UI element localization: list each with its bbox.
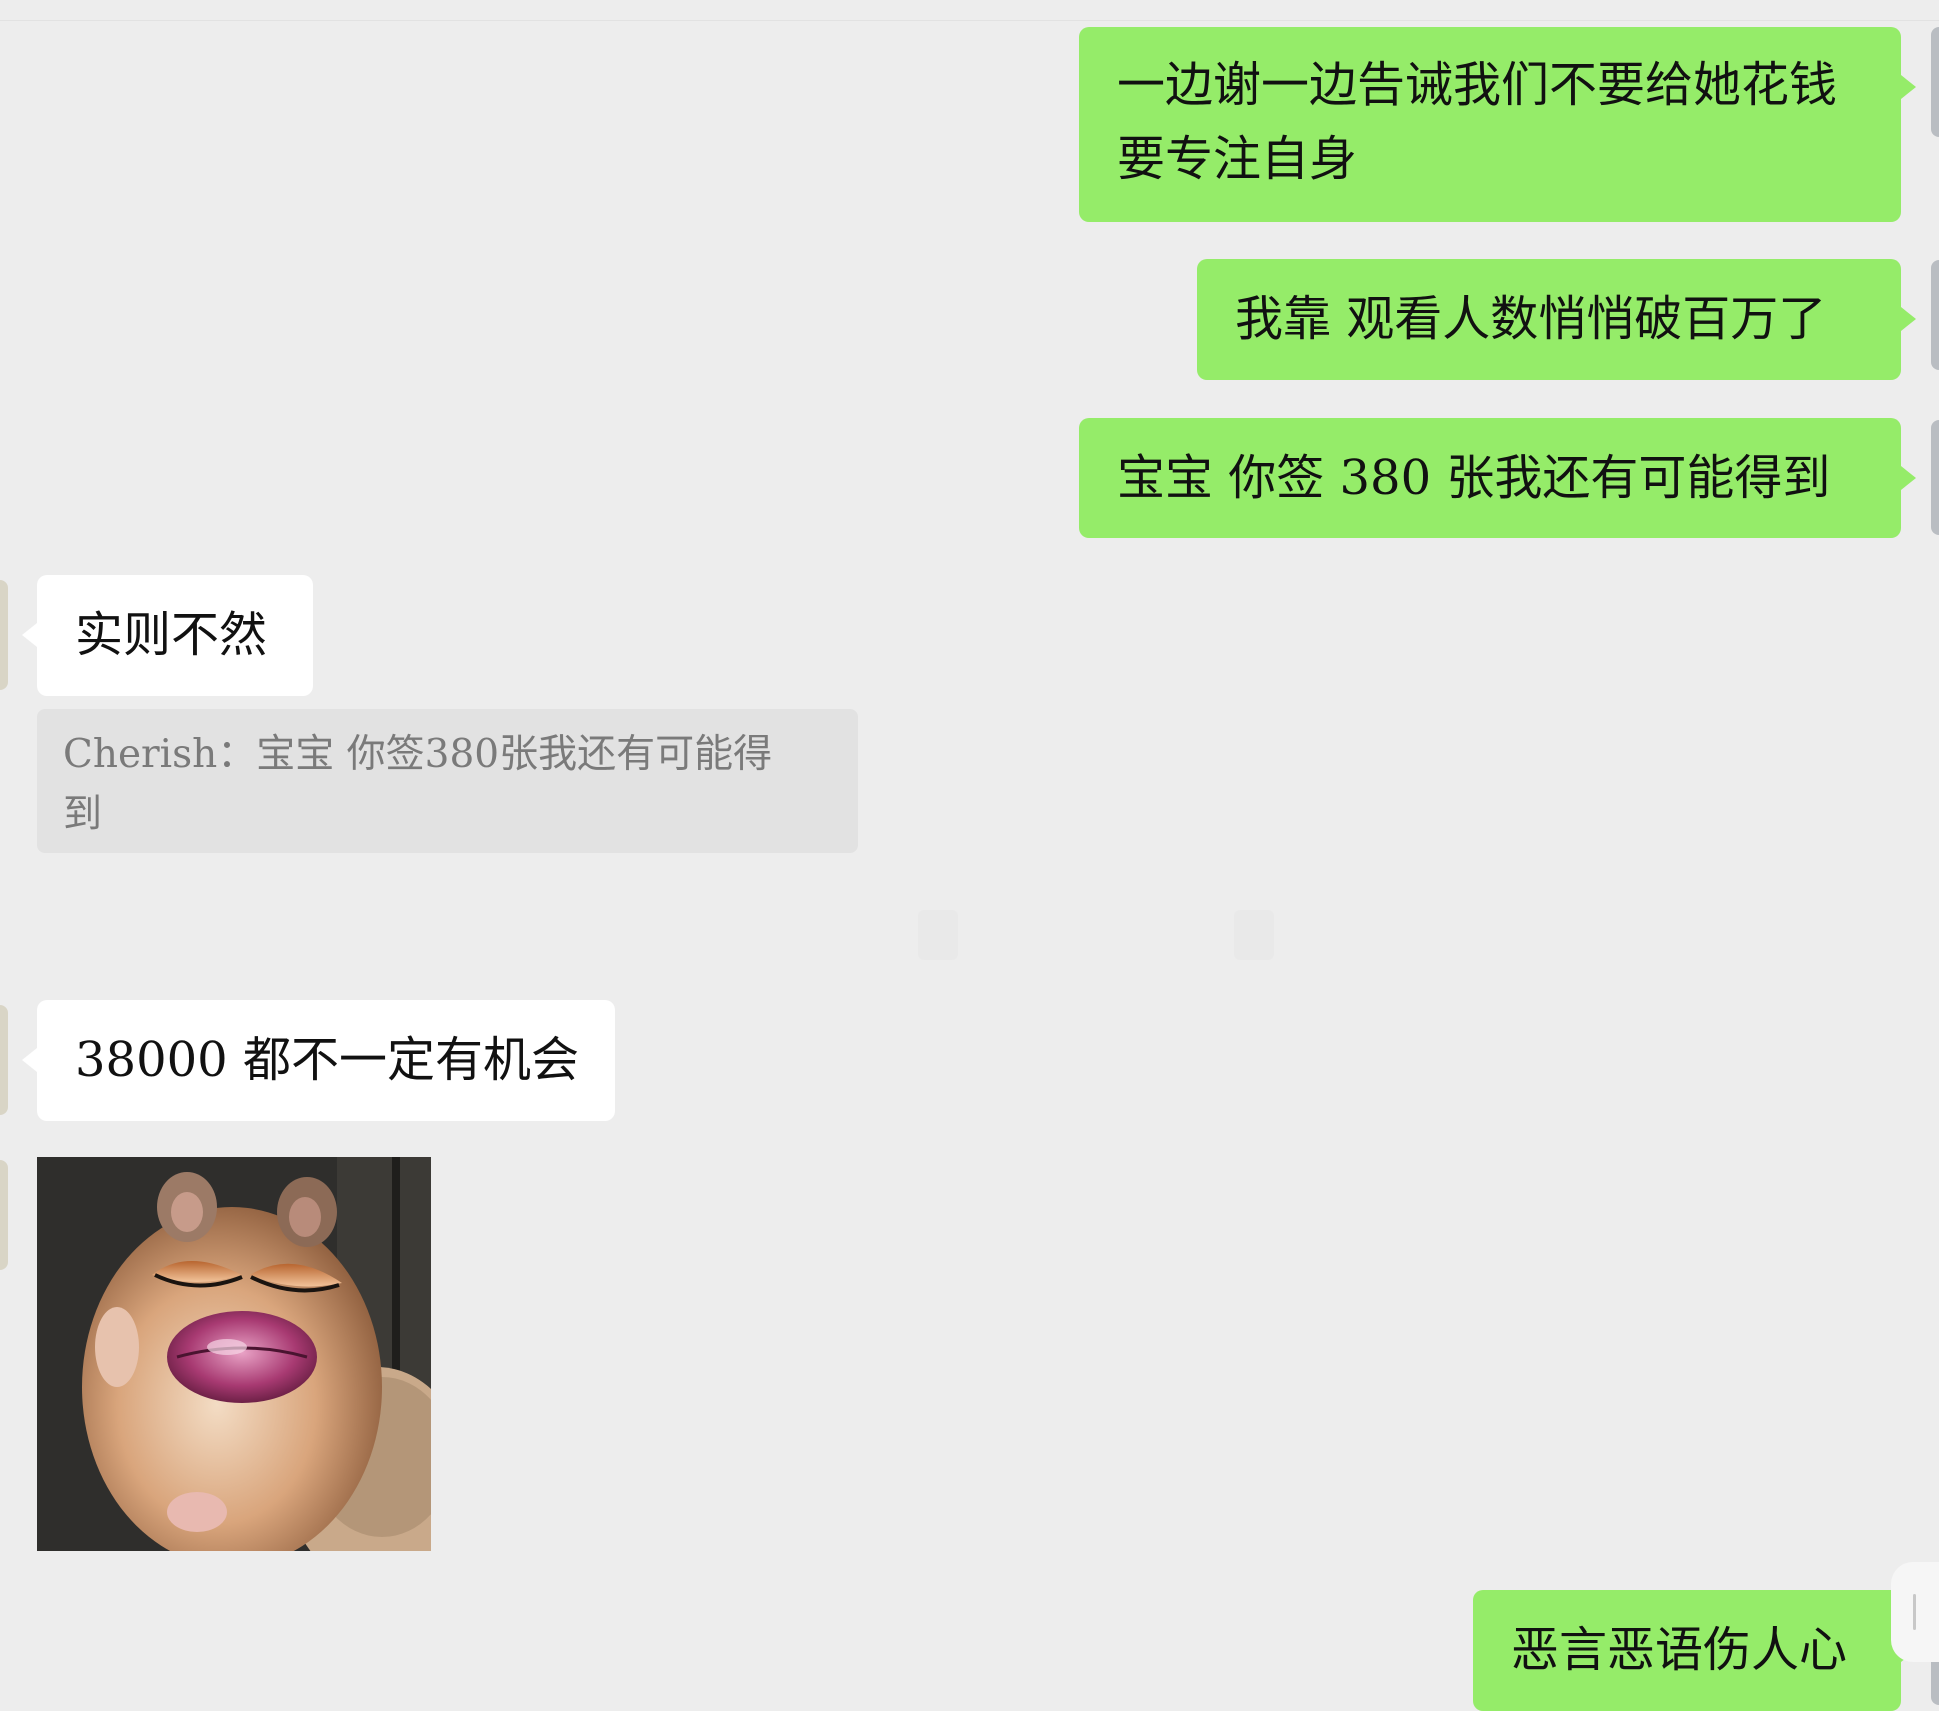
message-text-line: 一边谢一边告诫我们不要给她花钱 <box>1117 57 1838 113</box>
quote-text-line: Cherish：宝宝 你签380张我还有可能得 <box>63 732 773 777</box>
hamster-sticker[interactable] <box>37 1157 431 1551</box>
incoming-message[interactable]: 实则不然 <box>22 575 313 696</box>
quoted-message[interactable]: Cherish：宝宝 你签380张我还有可能得 到 <box>37 709 858 853</box>
hamster-sticker-image <box>37 1157 431 1551</box>
outgoing-message[interactable]: 我靠 观看人数悄悄破百万了 <box>1197 259 1916 380</box>
contact-avatar[interactable] <box>0 1160 8 1270</box>
message-text-line: 要专注自身 <box>1117 131 1358 187</box>
message-text: 宝宝 你签 380 张我还有可能得到 <box>1117 450 1831 506</box>
my-avatar[interactable] <box>1931 420 1939 535</box>
outgoing-message[interactable]: 宝宝 你签 380 张我还有可能得到 <box>1079 418 1916 538</box>
contact-avatar[interactable] <box>0 1005 8 1115</box>
scroll-handle[interactable] <box>1891 1562 1939 1662</box>
faint-mark <box>1234 910 1274 960</box>
my-avatar[interactable] <box>1931 27 1939 137</box>
message-text: 恶言恶语伤人心 <box>1511 1622 1848 1678</box>
incoming-message[interactable]: 38000 都不一定有机会 <box>22 1000 615 1121</box>
outgoing-message[interactable]: 一边谢一边告诫我们不要给她花钱 要专注自身 <box>1079 27 1916 222</box>
scroll-bar-icon <box>1913 1594 1916 1630</box>
faint-mark <box>918 910 958 960</box>
contact-avatar[interactable] <box>0 580 8 690</box>
outgoing-message[interactable]: 恶言恶语伤人心 <box>1473 1590 1916 1711</box>
message-text: 我靠 观看人数悄悄破百万了 <box>1235 291 1827 347</box>
top-divider <box>0 20 1939 21</box>
message-text: 实则不然 <box>75 607 268 663</box>
my-avatar[interactable] <box>1931 260 1939 370</box>
message-text: 38000 都不一定有机会 <box>75 1032 579 1088</box>
quote-text-line: 到 <box>63 792 103 837</box>
